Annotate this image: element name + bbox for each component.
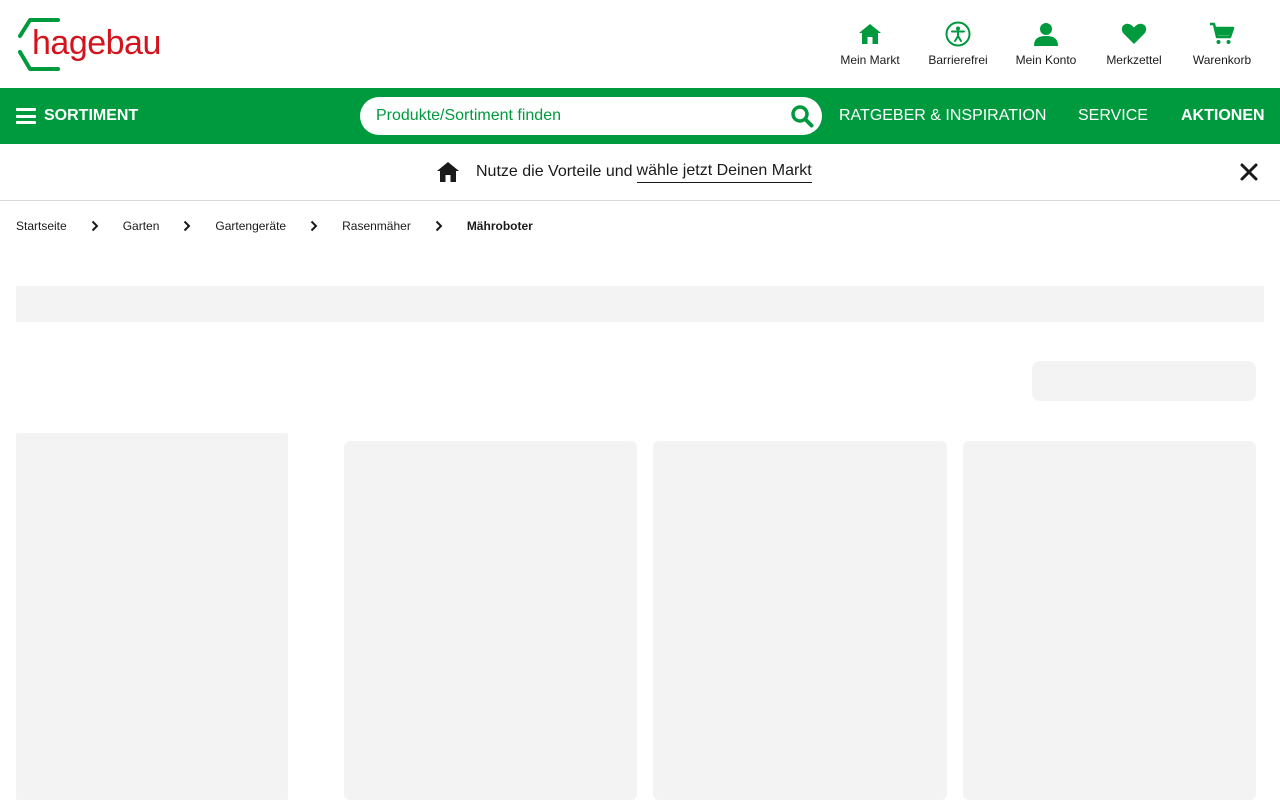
merkzettel-label: Merkzettel (1106, 53, 1162, 67)
site-header: hagebau Mein Markt Barrierefrei Mein Kon… (0, 0, 1280, 88)
sortiment-menu-button[interactable]: SORTIMENT (16, 88, 138, 144)
chevron-right-icon (435, 220, 445, 232)
heart-icon (1120, 20, 1148, 48)
cart-icon (1208, 20, 1236, 48)
banner-text: Nutze die Vorteile und (476, 163, 633, 180)
house-icon (437, 162, 459, 182)
market-banner: Nutze die Vorteile und wähle jetzt Deine… (0, 144, 1280, 201)
merkzettel-button[interactable]: Merkzettel (1090, 20, 1178, 70)
product-card-skeleton (653, 441, 947, 800)
mein-konto-label: Mein Konto (1015, 53, 1077, 67)
market-banner-content: Nutze die Vorteile und wähle jetzt Deine… (436, 144, 812, 200)
hagebau-logo[interactable]: hagebau (14, 14, 174, 74)
mein-markt-button[interactable]: Mein Markt (826, 20, 914, 70)
sortiment-label: SORTIMENT (44, 107, 139, 124)
hamburger-icon (16, 108, 36, 124)
sort-skeleton (1032, 361, 1256, 401)
search-bar (360, 97, 822, 135)
close-icon[interactable] (1238, 161, 1260, 183)
chevron-right-icon (183, 220, 193, 232)
choose-market-link[interactable]: wähle jetzt Deinen Markt (636, 162, 812, 183)
nav-aktionen[interactable]: AKTIONEN (1181, 88, 1265, 144)
title-skeleton (16, 286, 1264, 322)
barrierefrei-label: Barrierefrei (928, 53, 988, 67)
breadcrumb-gartengeraete[interactable]: Gartengeräte (215, 219, 286, 233)
breadcrumb-garten[interactable]: Garten (123, 219, 160, 233)
warenkorb-label: Warenkorb (1192, 53, 1252, 67)
search-icon[interactable] (790, 104, 814, 128)
home-icon (856, 20, 884, 48)
chevron-right-icon (91, 220, 101, 232)
nav-ratgeber-inspiration[interactable]: RATGEBER & INSPIRATION (839, 88, 1046, 144)
breadcrumb: Startseite Garten Gartengeräte Rasenmähe… (16, 212, 533, 240)
breadcrumb-maehroboter: Mähroboter (466, 219, 533, 233)
breadcrumb-rasenmaeher[interactable]: Rasenmäher (342, 219, 411, 233)
logo-text: hagebau (32, 24, 161, 62)
filter-sidebar-skeleton (16, 433, 288, 800)
main-navigation: SORTIMENT RATGEBER & INSPIRATION SERVICE… (0, 88, 1280, 144)
barrierefrei-button[interactable]: Barrierefrei (914, 20, 1002, 70)
mein-konto-button[interactable]: Mein Konto (1002, 20, 1090, 70)
product-card-skeleton (963, 441, 1256, 800)
product-card-skeleton (344, 441, 637, 800)
search-input[interactable] (376, 97, 776, 135)
header-icon-bar: Mein Markt Barrierefrei Mein Konto Merkz… (826, 20, 1266, 70)
breadcrumb-startseite[interactable]: Startseite (16, 219, 67, 233)
user-icon (1032, 20, 1060, 48)
chevron-right-icon (310, 220, 320, 232)
nav-service[interactable]: SERVICE (1078, 88, 1148, 144)
mein-markt-label: Mein Markt (840, 53, 900, 67)
warenkorb-button[interactable]: Warenkorb (1178, 20, 1266, 70)
accessibility-icon (944, 20, 972, 48)
